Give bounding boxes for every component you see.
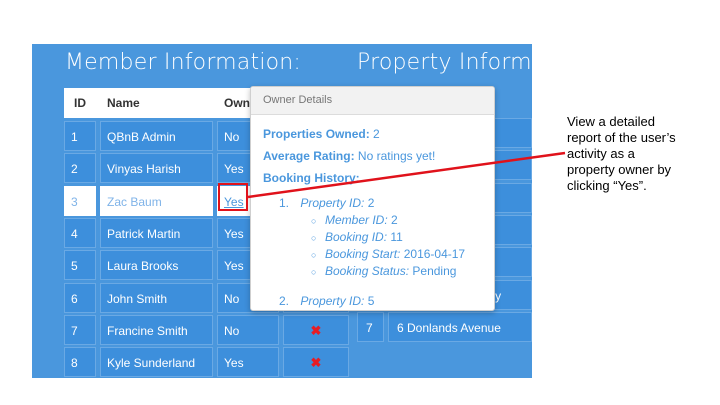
annotation-arrow-line [247,151,566,199]
callout-text: View a detailed report of the user’s act… [567,114,676,193]
